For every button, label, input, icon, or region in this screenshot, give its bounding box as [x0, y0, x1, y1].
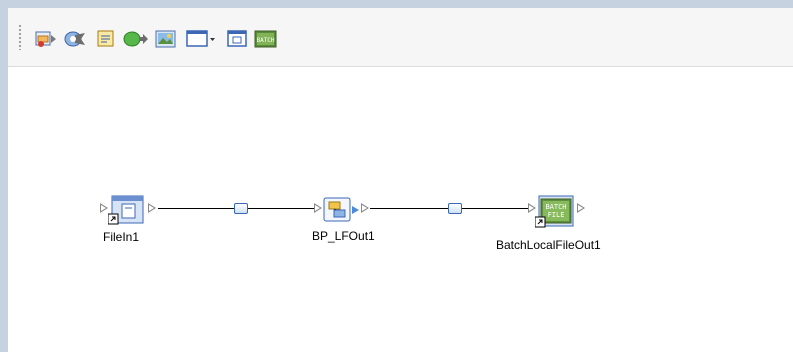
- batch-local-file-icon: BATCH FILE: [534, 195, 574, 228]
- filein-input-arrow: [100, 203, 108, 213]
- image-button[interactable]: [155, 28, 177, 50]
- window-icon: [227, 30, 247, 47]
- batch-button[interactable]: BATCH: [254, 28, 278, 50]
- filein-node[interactable]: [107, 195, 146, 232]
- link-connector-box[interactable]: [448, 203, 462, 214]
- bp-output-arrow: [361, 203, 369, 213]
- file-adapter-button[interactable]: [35, 28, 57, 50]
- batch-icon-text: BATCH: [256, 37, 274, 44]
- window-frame-top: [0, 0, 793, 8]
- connector-button[interactable]: [123, 28, 149, 50]
- batch-output-arrow: [577, 203, 585, 213]
- window-button[interactable]: [227, 28, 249, 50]
- diagram-canvas[interactable]: FileIn1 BP_LFOut1 BATCH FILE BatchLocalF…: [8, 67, 793, 352]
- link-line[interactable]: [370, 208, 448, 209]
- process-button[interactable]: [64, 28, 88, 50]
- link-line[interactable]: [462, 208, 528, 209]
- toolbar-grip[interactable]: [18, 24, 22, 50]
- process-icon: [64, 31, 85, 47]
- file-in-icon: [107, 195, 144, 225]
- batch-icon-text-bottom: FILE: [548, 211, 565, 219]
- window-frame-left: [0, 8, 8, 352]
- link-line[interactable]: [248, 208, 314, 209]
- link-line[interactable]: [158, 208, 234, 209]
- connector-icon: [123, 31, 148, 47]
- image-icon: [155, 30, 176, 48]
- batch-icon: BATCH: [254, 30, 277, 48]
- batch-node[interactable]: BATCH FILE: [534, 195, 575, 234]
- business-process-icon: [323, 197, 359, 222]
- filein-label: FileIn1: [103, 230, 140, 244]
- link-connector-box[interactable]: [234, 203, 248, 214]
- file-adapter-icon: [35, 31, 56, 47]
- document-button[interactable]: [96, 28, 116, 50]
- batch-icon-text-top: BATCH: [545, 203, 566, 211]
- document-icon: [97, 30, 114, 47]
- bp-node[interactable]: [322, 196, 362, 229]
- editor-toolbar: BATCH: [8, 8, 793, 67]
- window-dropdown-icon: [186, 30, 215, 47]
- window-dropdown-button[interactable]: [186, 28, 216, 50]
- bp-label: BP_LFOut1: [312, 229, 375, 243]
- batch-label: BatchLocalFileOut1: [496, 238, 601, 252]
- bp-input-arrow: [314, 203, 322, 213]
- filein-output-arrow: [148, 203, 156, 213]
